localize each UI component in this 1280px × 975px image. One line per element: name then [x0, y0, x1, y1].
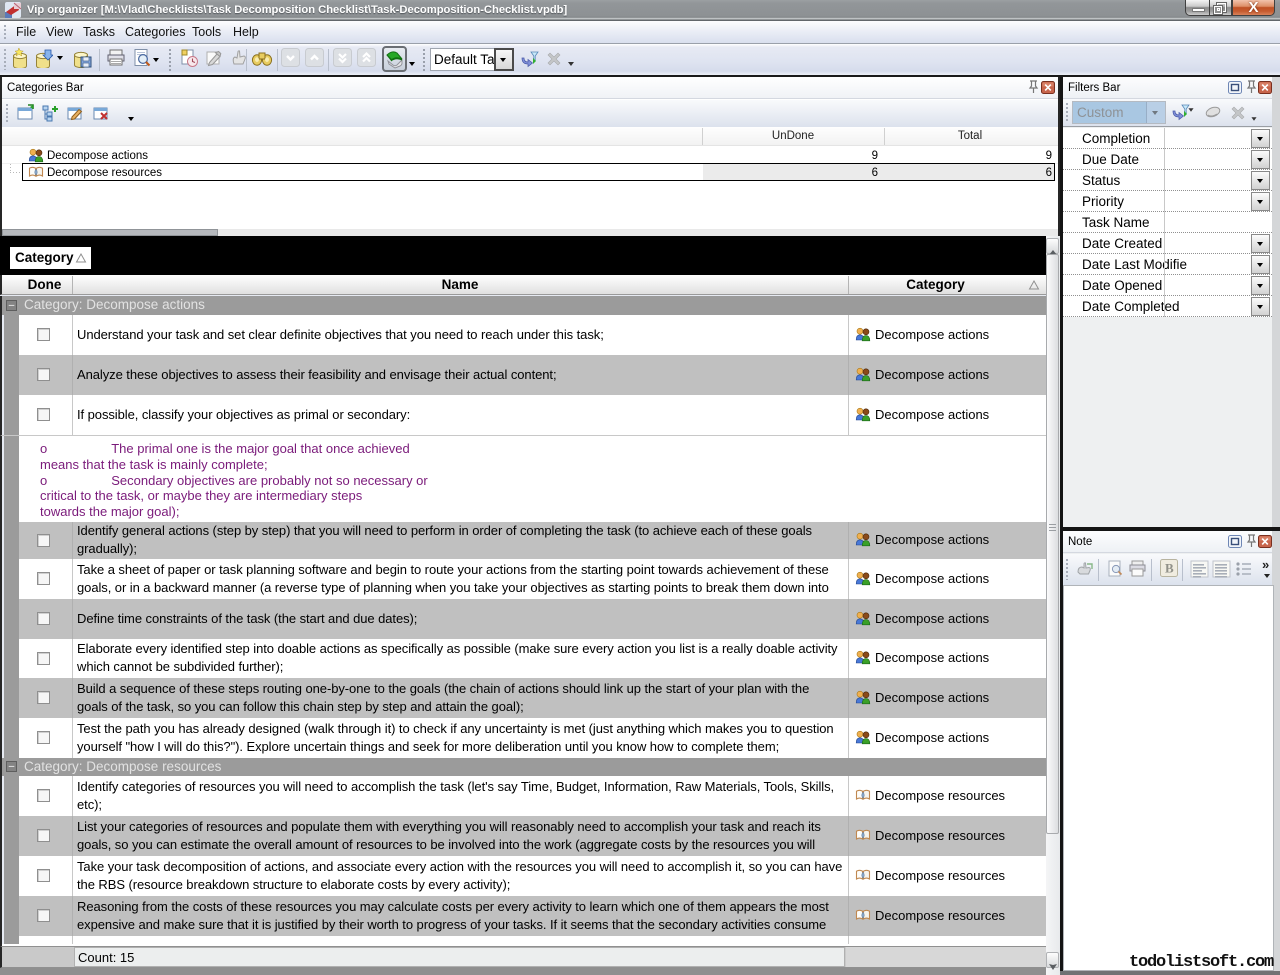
- svg-text:B: B: [1165, 561, 1174, 576]
